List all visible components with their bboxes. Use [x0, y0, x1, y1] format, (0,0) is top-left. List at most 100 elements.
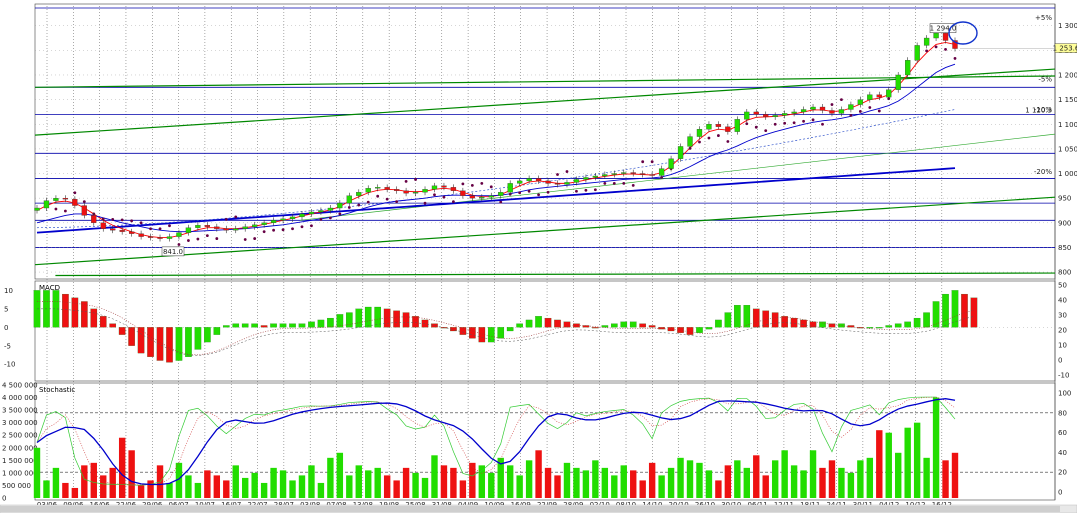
volume-bar — [204, 470, 211, 498]
volume-bar — [336, 452, 344, 498]
candle-body — [621, 172, 627, 174]
sar-dot — [821, 122, 824, 126]
macd-bar — [469, 327, 476, 339]
macd-bar — [431, 323, 438, 328]
trading-chart: 8008509009501 0001 0501 1001 1501 2001 2… — [0, 0, 1077, 513]
macd-bar — [875, 327, 883, 329]
candle-body — [592, 175, 599, 178]
macd-bar — [194, 327, 202, 350]
macd-bar — [781, 316, 788, 328]
macd-bar — [279, 323, 287, 328]
candle-body — [876, 94, 882, 98]
macd-bar — [99, 316, 107, 328]
candle-body — [677, 146, 684, 159]
sar-dot — [168, 224, 171, 228]
volume-bar — [743, 467, 750, 498]
macd-bar — [478, 327, 486, 343]
candle-body — [34, 207, 40, 211]
sar-dot — [63, 209, 67, 213]
candle-body — [933, 32, 939, 39]
candle-body — [393, 189, 400, 191]
candle-body — [895, 74, 901, 90]
volume-bar — [951, 452, 959, 498]
sar-dot — [461, 182, 465, 186]
candle-body — [488, 195, 494, 198]
volume-bar — [52, 467, 60, 498]
sar-dot — [120, 218, 124, 222]
macd-bar — [573, 323, 580, 328]
candle-body — [299, 213, 305, 218]
volume-bar — [43, 480, 50, 498]
sar-dot — [338, 212, 342, 216]
volume-left-tick: 2 500 000 — [2, 432, 38, 440]
sar-dot — [726, 140, 730, 143]
volume-bar — [753, 455, 760, 498]
macd-bar — [346, 312, 353, 328]
sar-dot — [196, 237, 200, 241]
macd-bar — [222, 325, 230, 328]
macd-bar — [667, 327, 675, 332]
volume-bar — [554, 475, 561, 498]
volume-bar — [686, 460, 694, 498]
volume-bar — [942, 460, 949, 498]
sar-dot — [376, 194, 380, 198]
macd-bar — [90, 308, 98, 328]
sar-dot — [224, 217, 228, 221]
macd-bar — [771, 312, 779, 328]
candle-body — [706, 124, 712, 130]
candle-body — [687, 136, 693, 147]
candle-body — [195, 225, 201, 228]
sar-dot — [811, 118, 815, 122]
volume-bar — [71, 487, 79, 498]
candle-body — [270, 220, 277, 223]
volume-bar — [251, 472, 258, 498]
candle-body — [810, 106, 816, 110]
volume-bar — [904, 427, 911, 498]
volume-bar — [573, 467, 580, 498]
sar-dot — [111, 217, 115, 221]
macd-bar — [715, 319, 722, 328]
candle-body — [649, 174, 655, 176]
scrollbar-thumb[interactable] — [0, 506, 1060, 512]
sar-dot — [328, 216, 332, 220]
sar-dot — [149, 227, 152, 231]
macd-bar — [734, 305, 741, 328]
volume-bar — [450, 467, 457, 498]
volume-bar — [885, 432, 892, 498]
macd-bar — [71, 297, 79, 328]
price-tick-label: 1 150 — [1058, 96, 1077, 104]
macd-bar — [857, 327, 864, 329]
sar-dot — [754, 125, 758, 129]
volume-bar — [857, 460, 864, 498]
macd-bar — [563, 321, 571, 328]
sar-dot — [291, 227, 294, 231]
volume-bar — [913, 422, 921, 498]
candle-body — [214, 226, 220, 229]
sar-dot — [745, 122, 749, 126]
candle-body — [110, 228, 116, 231]
candle-body — [857, 99, 864, 105]
macd-bar — [506, 327, 514, 332]
macd-bar — [544, 317, 552, 328]
volume-bar — [355, 465, 362, 498]
candle-body — [498, 192, 504, 196]
volume-bar — [630, 470, 637, 498]
sar-dot — [934, 45, 938, 49]
volume-left-tick: 500 000 — [2, 482, 31, 490]
sar-dot — [593, 188, 597, 192]
macd-bar — [904, 321, 911, 328]
macd-bar — [610, 323, 618, 328]
sar-dot — [205, 234, 209, 238]
candle-body — [763, 114, 769, 118]
candle-body — [356, 192, 362, 196]
sar-dot — [489, 185, 493, 189]
macd-right-tick: 10 — [1058, 342, 1067, 350]
candle-body — [554, 183, 561, 185]
candle-body — [318, 210, 324, 213]
volume-left-tick: 4 500 000 — [2, 382, 38, 390]
candle-body — [942, 32, 949, 41]
candle-body — [725, 126, 731, 132]
volume-left-tick: 4 000 000 — [2, 394, 38, 402]
candle-body — [138, 233, 144, 237]
sar-dot — [215, 237, 219, 240]
